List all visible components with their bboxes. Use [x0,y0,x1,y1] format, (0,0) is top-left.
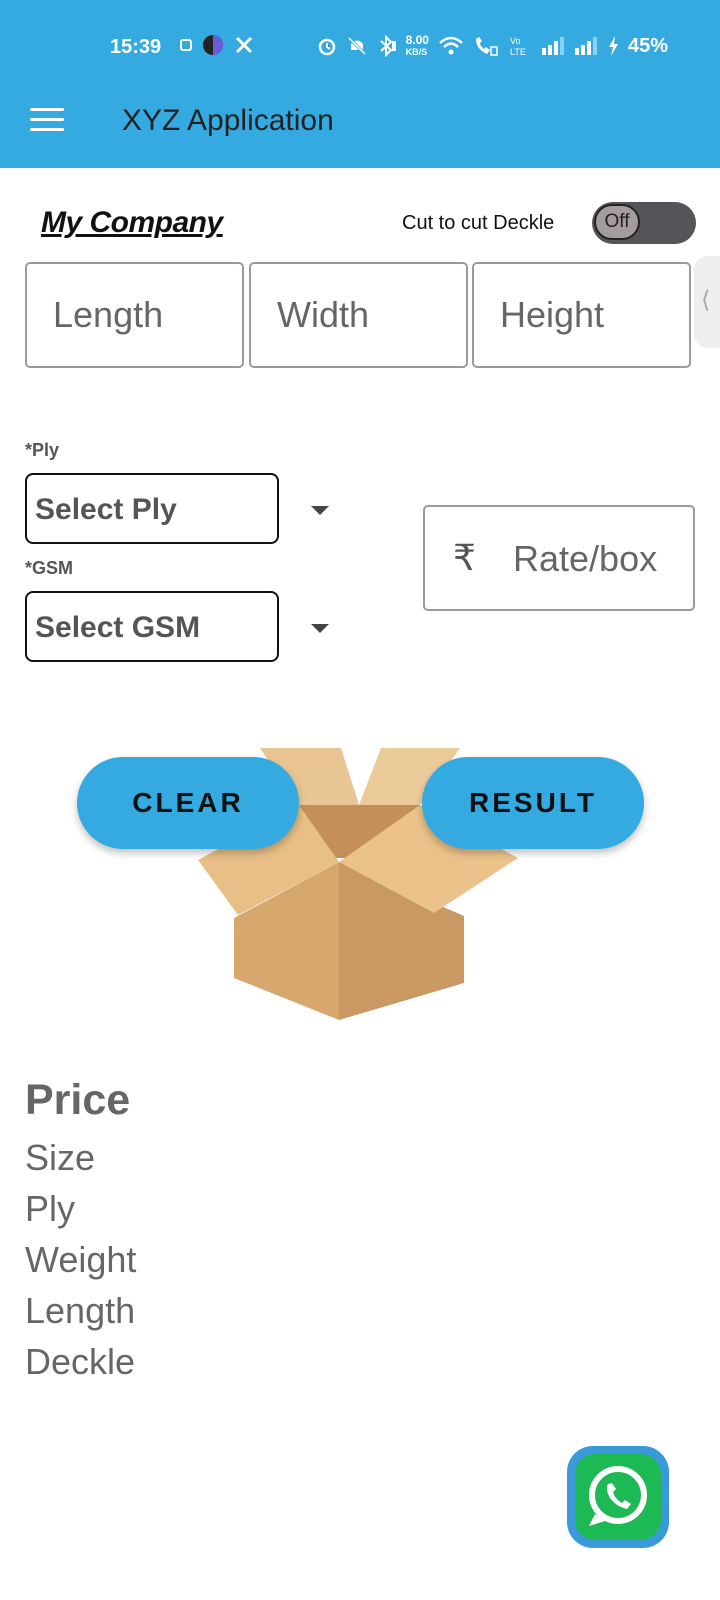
app-title: XYZ Application [122,104,334,137]
svg-text:LTE: LTE [510,47,526,57]
deckle-toggle[interactable]: Off [592,202,696,244]
chevron-left-icon: ⟨ [701,287,711,314]
side-panel-handle[interactable]: ⟨ [694,256,720,348]
height-input[interactable] [474,264,689,366]
alarm-icon [318,38,335,56]
ply-label: *Ply [25,440,60,460]
result-weight: Weight [25,1239,137,1280]
hamburger-menu-icon[interactable] [30,108,64,134]
deckle-label: Cut to cut Deckle [402,212,555,234]
wifi-call-icon [475,37,498,56]
whatsapp-button[interactable] [567,1446,669,1548]
whatsapp-icon [575,1454,661,1540]
status-right-icons: 8.00 KB/S Vo LTE 45% [317,34,668,58]
result-deckle: Deckle [25,1341,136,1382]
charging-icon [608,36,618,56]
deckle-toggle-knob: Off [594,204,640,240]
sim-icon [180,39,192,51]
result-ply: Ply [25,1188,76,1229]
svg-text:Vo: Vo [510,36,521,46]
mute-icon [347,36,366,56]
battery-level: 45% [627,34,668,57]
bluetooth-icon [379,35,396,57]
rate-field[interactable]: ₹ [423,505,695,611]
gsm-select-value: Select GSM [35,611,201,644]
volte-icon: VoLTE [510,36,526,57]
result-button[interactable]: RESULT [422,757,644,849]
moon-icon [203,35,223,55]
price-heading: Price [25,1076,131,1124]
signal-icon [541,37,564,55]
rupee-icon: ₹ [453,537,476,578]
x-icon [235,36,253,54]
app-bar: 15:39 8.00 KB/S Vo LTE 45% XYZ Applicatio… [0,0,720,168]
length-field[interactable] [25,262,244,368]
network-speed: 8.00 KB/S [405,33,429,57]
rate-input[interactable] [511,507,695,611]
gsm-dropdown-arrow-icon[interactable] [311,624,329,633]
ply-dropdown-arrow-icon[interactable] [311,506,329,515]
width-input[interactable] [251,264,466,366]
result-length: Length [25,1290,136,1331]
status-bar: 15:39 8.00 KB/S Vo LTE 45% [0,28,720,68]
height-field[interactable] [472,262,691,368]
ply-select-value: Select Ply [35,493,177,526]
width-field[interactable] [249,262,468,368]
company-name[interactable]: My Company [41,206,223,240]
gsm-label: *GSM [25,558,74,578]
wifi-icon [439,36,463,55]
status-time: 15:39 [110,36,162,58]
result-size: Size [25,1137,96,1178]
ply-select[interactable]: Select Ply [25,473,279,544]
gsm-select[interactable]: Select GSM [25,591,279,662]
clear-button[interactable]: CLEAR [77,757,299,849]
length-input[interactable] [27,264,242,366]
status-left-icons [180,34,254,56]
signal-icon [574,37,597,55]
